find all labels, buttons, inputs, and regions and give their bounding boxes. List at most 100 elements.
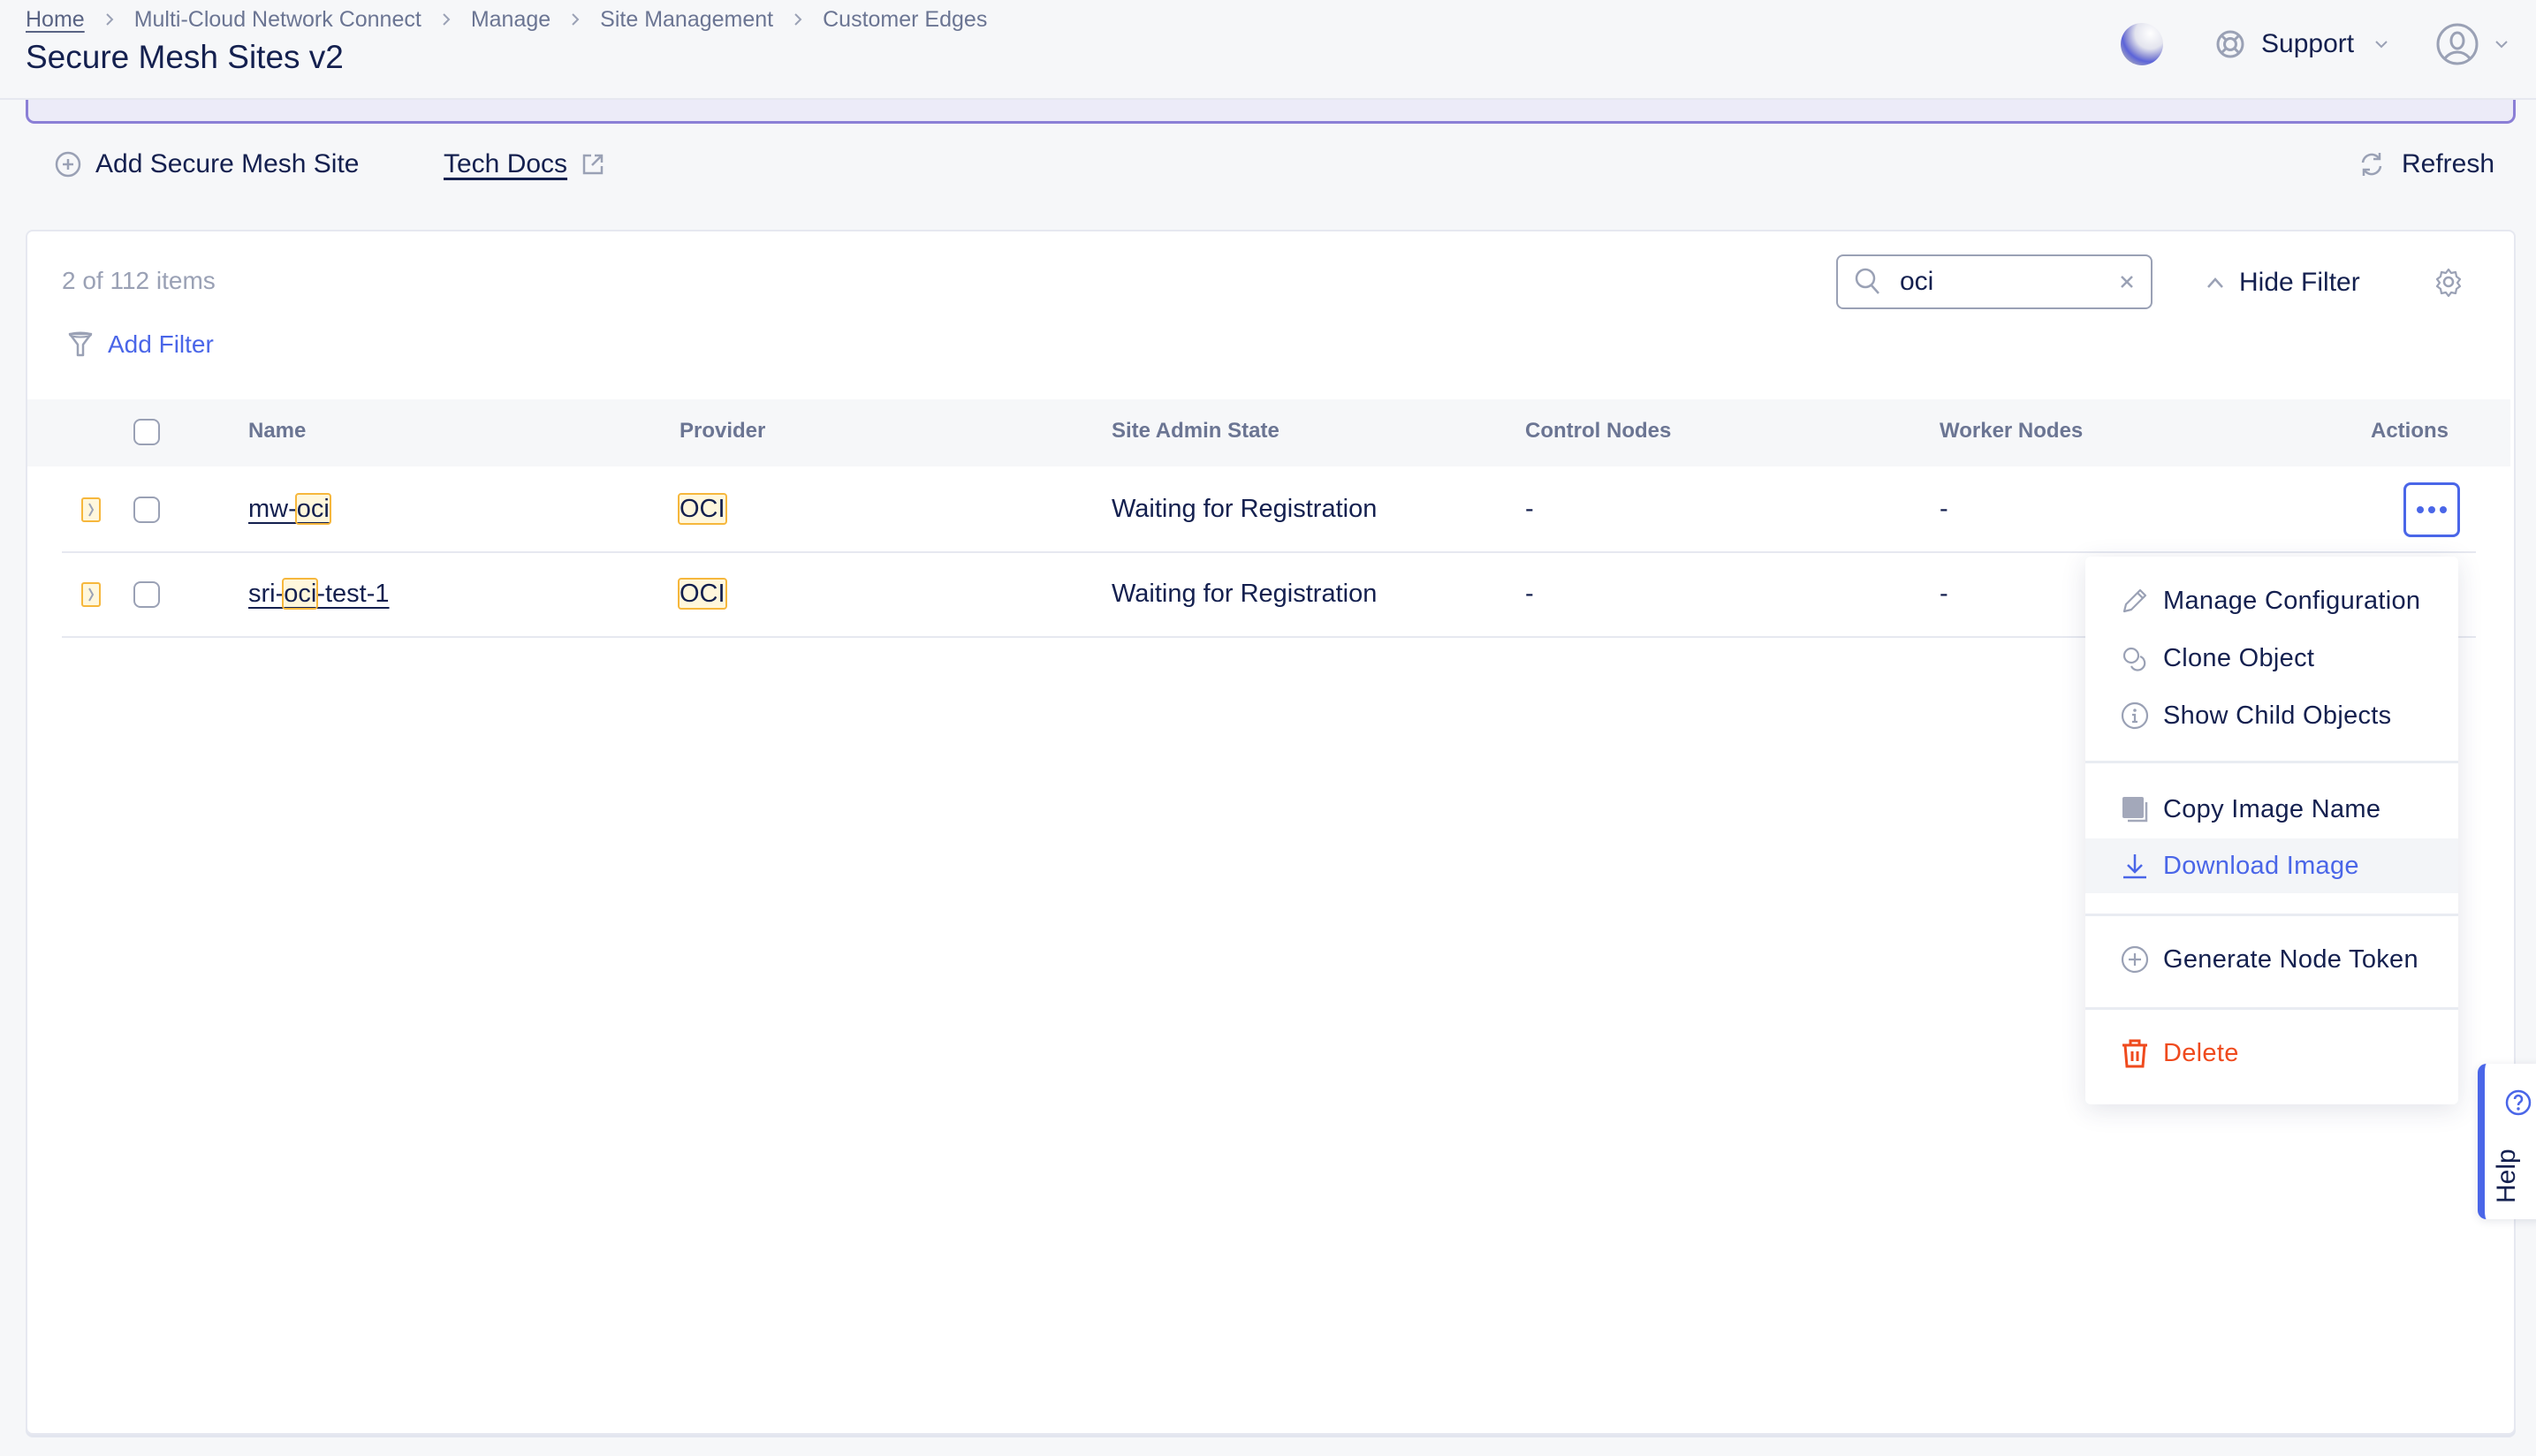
chevron-right-icon	[570, 11, 581, 27]
row-divider	[62, 551, 2476, 553]
brand-logo[interactable]	[2121, 23, 2163, 65]
pencil-icon	[2119, 587, 2151, 615]
tech-docs-link[interactable]: Tech Docs	[444, 147, 604, 182]
column-header-provider[interactable]: Provider	[680, 419, 765, 444]
select-all-checkbox[interactable]	[133, 419, 160, 445]
row-checkbox[interactable]	[133, 581, 160, 608]
menu-item-label: Manage Configuration	[2163, 586, 2421, 615]
trash-icon	[2119, 1038, 2151, 1068]
name-text: sri-	[248, 580, 285, 608]
menu-item-generate-node-token[interactable]: Generate Node Token	[2085, 932, 2458, 987]
add-filter-label: Add Filter	[108, 330, 214, 358]
menu-item-manage-configuration[interactable]: Manage Configuration	[2085, 573, 2458, 628]
chevron-down-icon	[2373, 39, 2389, 49]
breadcrumb: Home Multi-Cloud Network Connect Manage …	[26, 4, 987, 35]
expand-row-button[interactable]	[81, 582, 101, 607]
name-text: -test-1	[316, 580, 390, 608]
more-dots-icon	[2428, 506, 2435, 513]
breadcrumb-multi-cloud-network-connect[interactable]: Multi-Cloud Network Connect	[134, 7, 421, 33]
search-match-highlight: oci	[282, 578, 319, 610]
control-nodes-cell: -	[1525, 495, 1534, 523]
user-avatar-icon	[2435, 22, 2479, 66]
worker-nodes-cell: -	[1940, 495, 1948, 523]
info-icon	[2119, 701, 2151, 730]
menu-item-clone-object[interactable]: Clone Object	[2085, 631, 2458, 686]
user-menu-button[interactable]	[2435, 21, 2509, 67]
column-header-actions: Actions	[2371, 419, 2449, 443]
row-actions-button[interactable]	[2403, 482, 2460, 537]
help-label: Help	[2492, 1149, 2521, 1203]
info-banner	[26, 100, 2516, 124]
external-link-icon	[581, 153, 604, 176]
column-header-control-nodes[interactable]: Control Nodes	[1525, 419, 1671, 444]
clone-icon	[2119, 644, 2151, 672]
search-icon	[1854, 267, 1882, 297]
site-name-link[interactable]: mw-oci	[248, 493, 331, 525]
plus-circle-icon	[2119, 945, 2151, 974]
hide-filter-label: Hide Filter	[2239, 268, 2360, 297]
search-input[interactable]	[1898, 266, 2096, 298]
name-text: mw-	[248, 495, 297, 523]
refresh-icon	[2358, 150, 2386, 178]
add-secure-mesh-site-button[interactable]: Add Secure Mesh Site	[55, 147, 360, 182]
chevron-right-icon	[793, 11, 803, 27]
site-name-link[interactable]: sri-oci-test-1	[248, 578, 390, 610]
help-tab[interactable]: Help	[2478, 1064, 2536, 1219]
menu-divider	[2085, 761, 2458, 763]
add-filter-button[interactable]: Add Filter	[67, 330, 214, 359]
add-secure-mesh-site-label: Add Secure Mesh Site	[95, 149, 360, 178]
menu-item-download-image[interactable]: Download Image	[2085, 838, 2458, 893]
provider-cell: OCI	[678, 493, 727, 525]
search-match-highlight: OCI	[678, 578, 727, 610]
row-actions-menu: Manage Configuration Clone Object Show C…	[2085, 557, 2458, 1104]
tech-docs-label: Tech Docs	[444, 149, 568, 178]
breadcrumb-manage[interactable]: Manage	[471, 7, 550, 33]
chevron-right-icon	[441, 11, 452, 27]
site-admin-state-cell: Waiting for Registration	[1112, 580, 1378, 608]
menu-item-delete[interactable]: Delete	[2085, 1026, 2458, 1081]
menu-item-label: Clone Object	[2163, 643, 2315, 672]
chevron-up-icon	[2206, 276, 2225, 290]
menu-item-label: Copy Image Name	[2163, 794, 2381, 823]
expand-row-button[interactable]	[81, 497, 101, 522]
plus-circle-icon	[55, 151, 81, 178]
menu-item-show-child-objects[interactable]: Show Child Objects	[2085, 688, 2458, 743]
menu-item-label: Show Child Objects	[2163, 701, 2392, 730]
column-header-name[interactable]: Name	[248, 419, 306, 444]
support-label: Support	[2261, 29, 2355, 58]
search-match-highlight: oci	[294, 493, 331, 525]
copy-icon	[2119, 795, 2151, 823]
gear-icon	[2433, 267, 2464, 297]
table-settings-button[interactable]	[2433, 267, 2464, 297]
search-field[interactable]	[1836, 254, 2153, 309]
page-title: Secure Mesh Sites v2	[26, 39, 344, 75]
breadcrumb-site-management[interactable]: Site Management	[600, 7, 773, 33]
menu-divider	[2085, 1007, 2458, 1010]
hide-filter-button[interactable]: Hide Filter	[2206, 265, 2360, 300]
search-match-highlight: OCI	[678, 493, 727, 525]
worker-nodes-cell: -	[1940, 580, 1948, 608]
items-count: 2 of 112 items	[62, 267, 216, 294]
clear-search-icon[interactable]	[2119, 274, 2135, 290]
chevron-right-icon	[104, 11, 115, 27]
support-menu-button[interactable]: Support	[2215, 23, 2389, 65]
provider-cell: OCI	[678, 578, 727, 610]
question-circle-icon	[2504, 1088, 2532, 1121]
column-header-worker-nodes[interactable]: Worker Nodes	[1940, 419, 2083, 444]
breadcrumb-home[interactable]: Home	[26, 7, 85, 33]
filter-icon	[67, 330, 94, 359]
refresh-button[interactable]: Refresh	[2358, 147, 2494, 182]
refresh-label: Refresh	[2402, 149, 2495, 178]
control-nodes-cell: -	[1525, 580, 1534, 608]
column-header-site-admin-state[interactable]: Site Admin State	[1112, 419, 1279, 444]
download-icon	[2119, 852, 2151, 880]
row-checkbox[interactable]	[133, 497, 160, 523]
site-admin-state-cell: Waiting for Registration	[1112, 495, 1378, 523]
menu-divider	[2085, 914, 2458, 916]
breadcrumb-customer-edges[interactable]: Customer Edges	[823, 7, 987, 33]
menu-item-label: Generate Node Token	[2163, 944, 2418, 974]
menu-item-label: Download Image	[2163, 851, 2359, 880]
menu-item-copy-image-name[interactable]: Copy Image Name	[2085, 782, 2458, 837]
menu-item-label: Delete	[2163, 1038, 2239, 1067]
more-dots-icon	[2417, 506, 2424, 513]
